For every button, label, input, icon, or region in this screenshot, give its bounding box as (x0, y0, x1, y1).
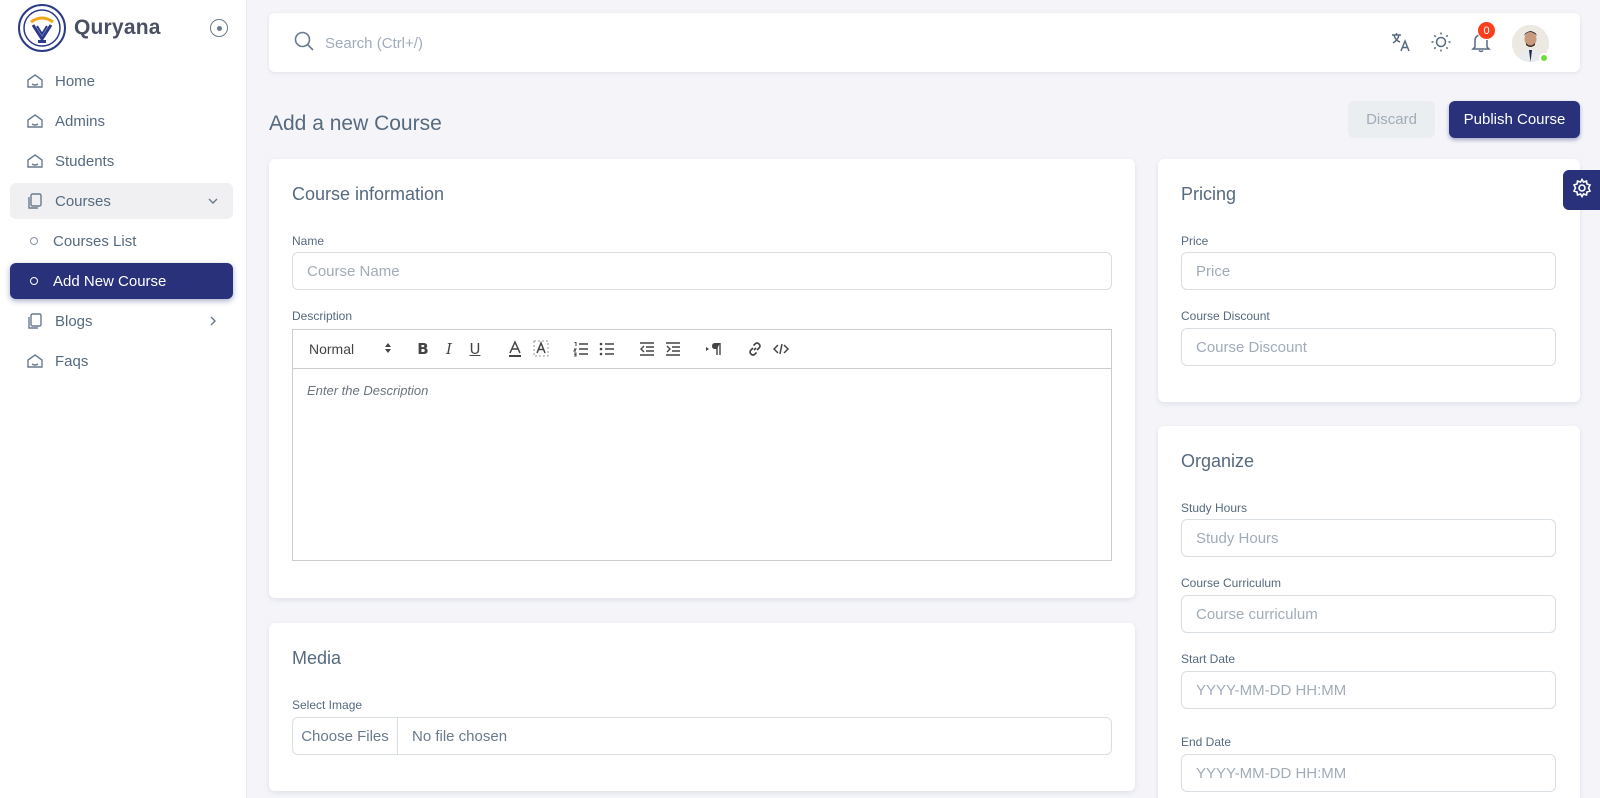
translate-icon[interactable] (1389, 30, 1413, 54)
code-icon[interactable] (771, 339, 791, 359)
format-select[interactable]: Normal (309, 339, 393, 359)
search-icon (293, 30, 315, 57)
logo-icon (18, 4, 66, 52)
start-date-input[interactable]: YYYY-MM-DD HH:MM (1181, 671, 1556, 709)
description-editor: Normal B I U Enter the Description (292, 329, 1112, 561)
start-date-label: Start Date (1181, 652, 1236, 666)
home-icon (26, 112, 44, 130)
blogs-icon (26, 312, 44, 330)
text-color-icon[interactable] (505, 339, 525, 359)
study-hours-input[interactable]: Study Hours (1181, 519, 1556, 557)
indent-icon[interactable] (663, 339, 683, 359)
sidebar-item-blogs[interactable]: Blogs (10, 303, 233, 339)
name-label: Name (292, 234, 325, 248)
search-input[interactable]: Search (Ctrl+/) (325, 35, 423, 52)
card-title: Course information (292, 184, 445, 204)
online-status-indicator (1539, 53, 1549, 63)
image-file-input[interactable]: Choose Files No file chosen (292, 717, 1112, 755)
gear-icon (1572, 177, 1592, 203)
media-card: Media Select Image Choose Files No file … (269, 623, 1135, 791)
settings-tab[interactable] (1563, 170, 1600, 210)
page-title: Add a new Course (269, 112, 442, 135)
description-textarea[interactable]: Enter the Description (293, 369, 1111, 412)
description-label: Description (292, 309, 353, 323)
course-information-card: Course information Name Course Name Desc… (269, 159, 1135, 598)
link-icon[interactable] (745, 339, 765, 359)
sidebar-item-label: Add New Course (53, 272, 167, 290)
sidebar-item-label: Courses List (53, 232, 137, 250)
sidebar-item-label: Faqs (55, 352, 89, 370)
underline-icon[interactable]: U (465, 339, 485, 359)
home-icon (26, 152, 44, 170)
card-title: Organize (1181, 451, 1255, 471)
sun-icon[interactable] (1429, 30, 1453, 54)
bold-icon[interactable]: B (413, 339, 433, 359)
sidebar-item-label: Home (55, 72, 96, 90)
sidebar-item-label: Admins (55, 112, 106, 130)
bullet-list-icon[interactable] (597, 339, 617, 359)
sidebar-item-admins[interactable]: Admins (10, 103, 233, 139)
course-curriculum-label: Course Curriculum (1181, 576, 1282, 590)
bullet-icon (30, 277, 38, 285)
sidebar-item-courses[interactable]: Courses (10, 183, 233, 219)
editor-toolbar: Normal B I U (293, 330, 1111, 369)
sidebar-item-add-new-course[interactable]: Add New Course (10, 263, 233, 299)
study-hours-label: Study Hours (1181, 501, 1248, 515)
collapse-toggle-icon[interactable] (210, 19, 228, 37)
home-icon (26, 352, 44, 370)
top-navbar: Search (Ctrl+/) 0 (269, 13, 1580, 72)
choose-files-button[interactable]: Choose Files (293, 718, 398, 754)
course-name-input[interactable]: Course Name (292, 252, 1112, 290)
italic-icon[interactable]: I (439, 339, 459, 359)
card-title: Media (292, 648, 342, 668)
discard-button[interactable]: Discard (1348, 101, 1435, 138)
price-label: Price (1181, 234, 1209, 248)
price-input[interactable]: Price (1181, 252, 1556, 290)
sidebar-item-label: Blogs (55, 312, 93, 330)
course-discount-label: Course Discount (1181, 309, 1270, 323)
ordered-list-icon[interactable] (571, 339, 591, 359)
card-title: Pricing (1181, 184, 1237, 204)
sidebar-menu: Home Admins Students Courses Courses Lis… (10, 63, 233, 383)
bullet-icon (30, 237, 38, 245)
search-bar[interactable]: Search (Ctrl+/) (293, 30, 423, 57)
text-direction-icon[interactable] (703, 339, 725, 359)
sidebar-item-students[interactable]: Students (10, 143, 233, 179)
chevron-down-icon (207, 194, 219, 211)
format-select-value: Normal (309, 341, 355, 357)
pricing-card: Pricing Price Price Course Discount Cour… (1158, 159, 1580, 402)
publish-course-button[interactable]: Publish Course (1449, 101, 1580, 138)
outdent-icon[interactable] (637, 339, 657, 359)
chevron-right-icon (207, 314, 219, 331)
end-date-input[interactable]: YYYY-MM-DD HH:MM (1181, 754, 1556, 792)
brand[interactable]: Quryana (18, 4, 228, 52)
sidebar-item-label: Courses (55, 192, 111, 210)
sidebar-item-home[interactable]: Home (10, 63, 233, 99)
select-arrows-icon (383, 341, 393, 358)
course-discount-input[interactable]: Course Discount (1181, 328, 1556, 366)
home-icon (26, 72, 44, 90)
sidebar: Quryana Home Admins Students Courses Cou… (0, 0, 247, 798)
sidebar-item-faqs[interactable]: Faqs (10, 343, 233, 379)
no-file-text: No file chosen (412, 727, 508, 745)
notification-badge: 0 (1477, 21, 1496, 40)
course-curriculum-input[interactable]: Course curriculum (1181, 595, 1556, 633)
brand-name: Quryana (74, 16, 161, 39)
organize-card: Organize Study Hours Study Hours Course … (1158, 426, 1580, 798)
sidebar-item-label: Students (55, 152, 115, 170)
background-color-icon[interactable] (531, 339, 551, 359)
courses-icon (26, 192, 44, 210)
end-date-label: End Date (1181, 735, 1232, 749)
sidebar-item-courses-list[interactable]: Courses List (10, 223, 233, 259)
select-image-label: Select Image (292, 698, 363, 712)
